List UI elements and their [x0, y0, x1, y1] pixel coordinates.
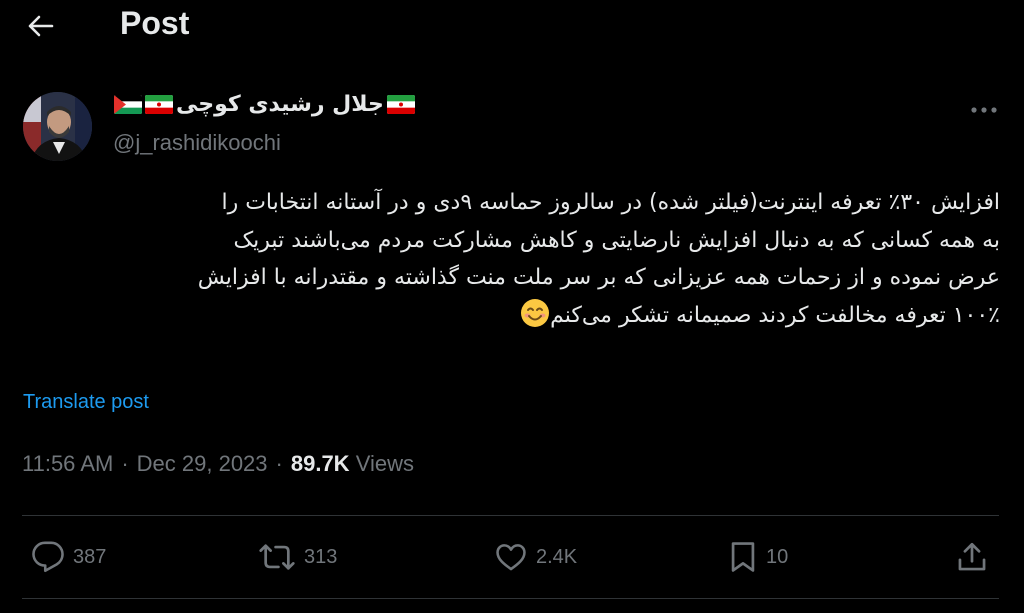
share-button[interactable]	[955, 535, 989, 579]
meta-separator: ·	[121, 451, 129, 476]
more-horizontal-icon	[971, 107, 997, 113]
views-count: 89.7K	[290, 451, 350, 476]
post-time[interactable]: 11:56 AM	[22, 451, 113, 477]
smiling-face-emoji-icon	[521, 298, 550, 327]
profile-photo	[23, 92, 92, 161]
back-button[interactable]	[22, 10, 58, 42]
tweet-line: عرض نموده و از زحمات همه عزیزانی که بر س…	[197, 265, 1000, 290]
action-bar: 387 313 2.4K 10	[0, 535, 1024, 579]
like-button[interactable]: 2.4K	[494, 535, 577, 579]
author-display-name: جلال رشیدی کوچی	[176, 92, 384, 117]
page-title: Post	[120, 5, 190, 41]
author-name-row[interactable]: جلال رشیدی کوچی	[114, 92, 415, 117]
translate-post-link[interactable]: Translate post	[23, 391, 149, 414]
iran-flag-icon	[145, 95, 173, 114]
author-handle[interactable]: @j_rashidikoochi	[113, 130, 281, 156]
top-bar: Post	[0, 0, 1024, 52]
reply-button[interactable]: 387	[31, 535, 106, 579]
divider	[22, 515, 999, 516]
tweet-line: ۱۰۰٪ تعرفه مخالفت کردند صمیمانه تشکر می‌…	[550, 302, 1000, 328]
reply-count: 387	[73, 545, 107, 568]
bookmark-icon	[731, 542, 755, 572]
tweet-line: به همه کسانی که به دنبال افزایش نارضایتی…	[233, 227, 1000, 253]
tweet-line: افزایش ۳۰٪ تعرفه اینترنت(فیلتر شده) در س…	[221, 190, 1000, 215]
palestine-flag-icon	[114, 95, 142, 114]
views-label: Views	[355, 451, 414, 476]
views-stat[interactable]: 89.7K Views	[291, 451, 414, 477]
more-options-button[interactable]	[966, 96, 1002, 124]
heart-icon	[496, 544, 526, 571]
avatar[interactable]	[23, 92, 92, 161]
repost-button[interactable]: 313	[258, 535, 337, 579]
divider	[22, 598, 999, 599]
tweet-line-last: ۱۰۰٪ تعرفه مخالفت کردند صمیمانه تشکر می‌…	[20, 297, 1000, 335]
repost-count: 313	[304, 545, 338, 568]
share-icon	[958, 542, 986, 571]
repost-icon	[259, 544, 295, 570]
like-count: 2.4K	[536, 545, 578, 568]
meta-separator: ·	[275, 451, 283, 476]
post-date[interactable]: Dec 29, 2023	[137, 451, 268, 477]
iran-flag-icon	[386, 95, 415, 114]
post-meta: 11:56 AM · Dec 29, 2023 · 89.7K Views	[22, 451, 414, 477]
bookmark-count: 10	[766, 545, 789, 568]
reply-icon	[32, 541, 64, 573]
arrow-left-icon	[28, 15, 54, 37]
tweet-text: افزایش ۳۰٪ تعرفه اینترنت(فیلتر شده) در س…	[20, 184, 1000, 334]
bookmark-button[interactable]: 10	[728, 535, 788, 579]
